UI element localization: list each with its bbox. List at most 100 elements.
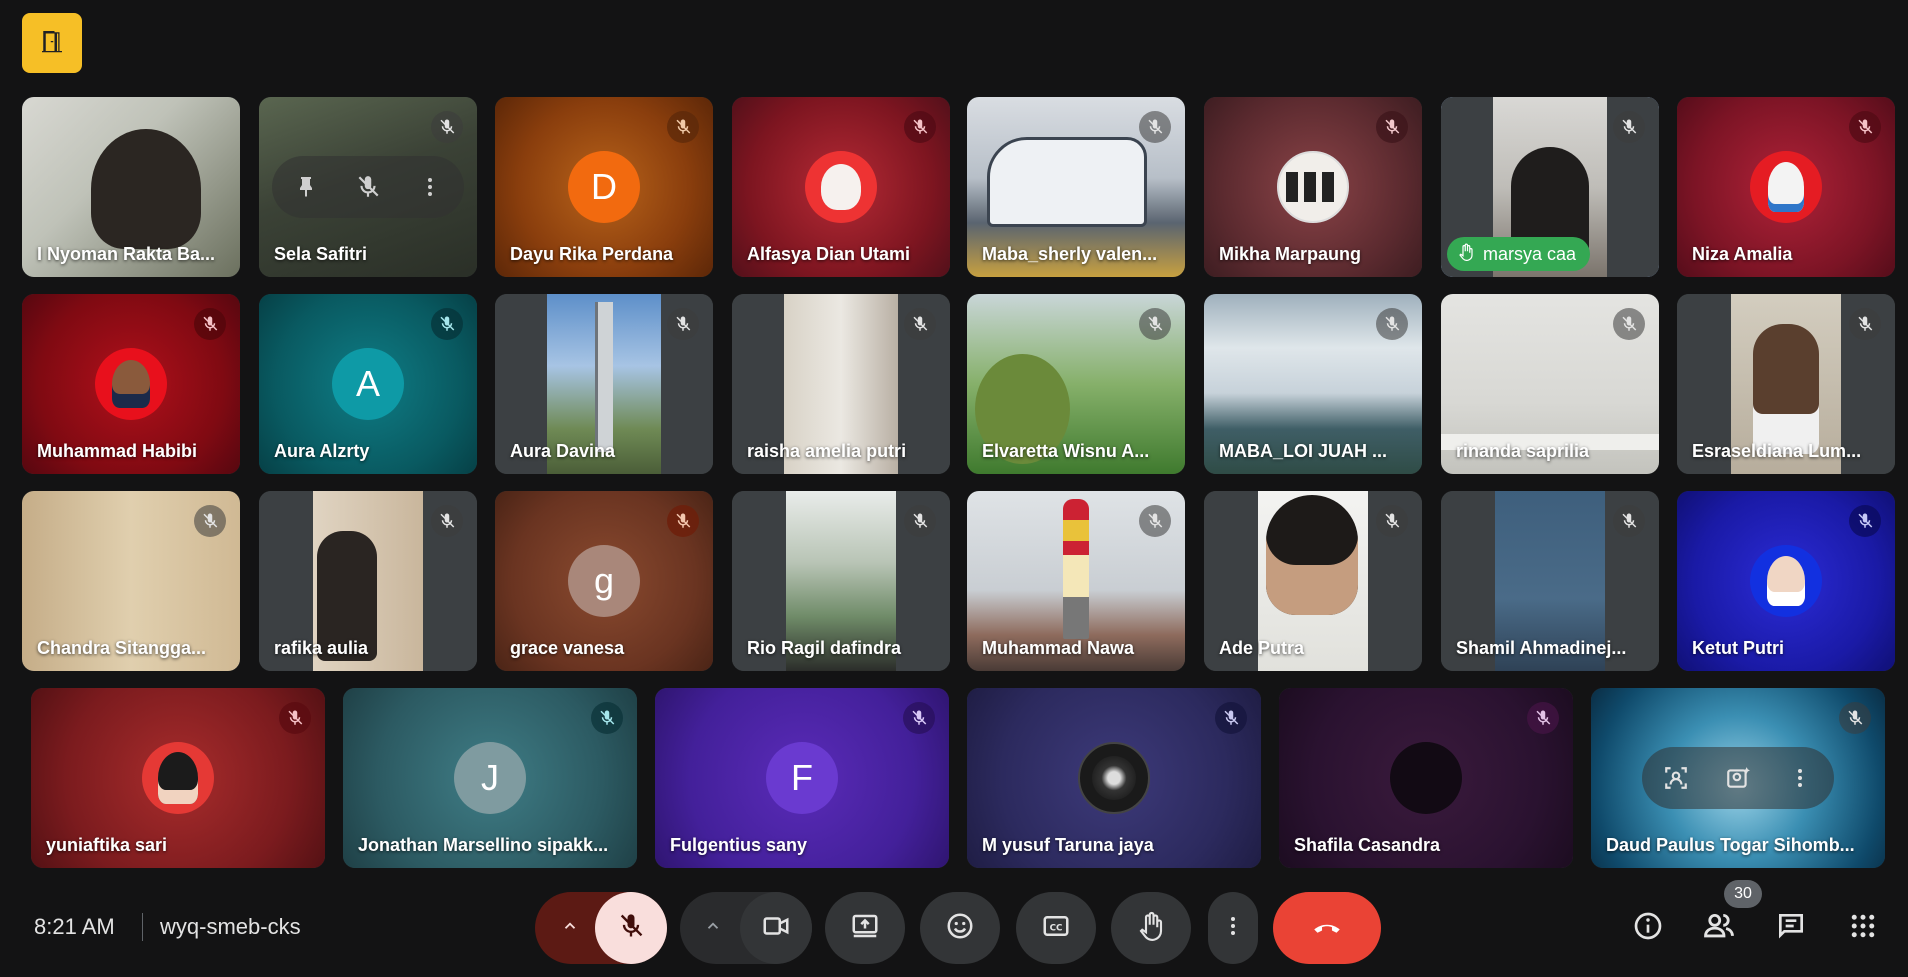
participant-tile[interactable]: Alfasya Dian Utami [732, 97, 950, 277]
participant-tile[interactable]: A Aura Alzrty [259, 294, 477, 474]
mic-off-icon [194, 505, 226, 537]
mic-off-icon [667, 111, 699, 143]
mic-off-icon [903, 702, 935, 734]
mic-off-icon [1613, 308, 1645, 340]
raised-hand-badge: marsya caa [1447, 237, 1591, 271]
participant-name: Aura Davina [510, 441, 616, 461]
meeting-time: 8:21 AM [34, 914, 115, 939]
participant-tile[interactable]: Aura Davina [495, 294, 713, 474]
mic-off-icon [1139, 308, 1171, 340]
bottom-control-bar: 8:21 AM wyq-smeb-cks CC 30 [0, 880, 1908, 977]
participant-tile[interactable]: yuniaftika sari [31, 688, 325, 868]
meeting-details-button[interactable] [1623, 903, 1673, 953]
leave-call-button[interactable] [1273, 892, 1381, 964]
participant-tile[interactable]: Esraseldiana Lum... [1677, 294, 1895, 474]
participant-avatar: D [568, 151, 640, 223]
emoji-reactions-button[interactable] [920, 892, 1000, 964]
participant-tile[interactable]: I Nyoman Rakta Ba... [22, 97, 240, 277]
participant-tile[interactable]: MABA_LOI JUAH ... [1204, 294, 1422, 474]
chevron-up-icon [561, 917, 579, 940]
participant-video [91, 129, 201, 249]
participant-tile-speaking[interactable]: marsya caa [1441, 97, 1659, 277]
activities-button[interactable] [1838, 903, 1888, 953]
apps-grid-icon [1848, 911, 1878, 946]
mic-off-icon [617, 912, 645, 945]
raise-hand-button[interactable] [1111, 892, 1191, 964]
pin-icon[interactable] [278, 159, 334, 215]
participant-tile[interactable]: Mikha Marpaung [1204, 97, 1422, 277]
participant-tile[interactable]: Daud Paulus Togar Sihomb... [1591, 688, 1885, 868]
participant-tile[interactable]: Muhammad Nawa [967, 491, 1185, 671]
participant-tile[interactable]: raisha amelia putri [732, 294, 950, 474]
captions-button[interactable]: CC [1016, 892, 1096, 964]
participant-tile[interactable]: rinanda saprilia [1441, 294, 1659, 474]
participant-name: Dayu Rika Perdana [510, 244, 674, 264]
participant-name: marsya caa [1483, 243, 1577, 264]
mic-off-icon [591, 702, 623, 734]
participant-name: I Nyoman Rakta Ba... [37, 244, 216, 264]
mic-off-icon [431, 505, 463, 537]
participant-name: Elvaretta Wisnu A... [982, 441, 1150, 461]
participant-avatar [805, 151, 877, 223]
participant-tile[interactable]: rafika aulia [259, 491, 477, 671]
participant-tile[interactable]: Shafila Casandra [1279, 688, 1573, 868]
participant-tile[interactable]: g grace vanesa [495, 491, 713, 671]
participant-name: Jonathan Marsellino sipakk... [358, 835, 609, 855]
present-screen-button[interactable] [825, 892, 905, 964]
participant-tile[interactable]: Ketut Putri [1677, 491, 1895, 671]
participant-avatar [1277, 151, 1349, 223]
participant-tile[interactable]: Chandra Sitangga... [22, 491, 240, 671]
participant-avatar: J [454, 742, 526, 814]
participant-tile[interactable]: Maba_sherly valen... [967, 97, 1185, 277]
participant-name: grace vanesa [510, 638, 625, 658]
participant-avatar [1078, 742, 1150, 814]
participant-name: Chandra Sitangga... [37, 638, 207, 658]
participant-tile[interactable]: Sela Safitri [259, 97, 477, 277]
mic-off-icon [904, 111, 936, 143]
visual-effects-icon[interactable] [1710, 750, 1766, 806]
participant-avatar: F [766, 742, 838, 814]
participant-tile[interactable]: Ade Putra [1204, 491, 1422, 671]
participant-name: Fulgentius sany [670, 835, 808, 855]
participant-name: Rio Ragil dafindra [747, 638, 902, 658]
info-icon [1632, 910, 1664, 947]
divider [142, 913, 143, 941]
camera-toggle-button[interactable] [740, 892, 812, 964]
mic-off-icon [1215, 702, 1247, 734]
mic-off-icon [1376, 308, 1408, 340]
mic-off-icon [194, 308, 226, 340]
microphone-toggle-button[interactable] [595, 892, 667, 964]
raised-hand-icon [1136, 911, 1166, 946]
more-vert-icon [1221, 914, 1245, 943]
participant-name: rinanda saprilia [1456, 441, 1590, 461]
participant-name: Alfasya Dian Utami [747, 244, 911, 264]
participant-name: Muhammad Nawa [982, 638, 1135, 658]
participant-tile[interactable]: Niza Amalia [1677, 97, 1895, 277]
more-vert-icon[interactable] [402, 159, 458, 215]
more-vert-icon[interactable] [1772, 750, 1828, 806]
people-button[interactable] [1694, 903, 1744, 953]
participant-name: Ketut Putri [1692, 638, 1784, 658]
participant-tile[interactable]: J Jonathan Marsellino sipakk... [343, 688, 637, 868]
participant-tile[interactable]: F Fulgentius sany [655, 688, 949, 868]
frame-person-icon[interactable] [1648, 750, 1704, 806]
participant-tile[interactable]: Shamil Ahmadinej... [1441, 491, 1659, 671]
chevron-up-icon [704, 917, 722, 940]
more-options-button[interactable] [1208, 892, 1258, 964]
call-end-icon [1310, 909, 1344, 948]
participant-tile[interactable]: M yusuf Taruna jaya [967, 688, 1261, 868]
participant-name: M yusuf Taruna jaya [982, 835, 1154, 855]
mic-off-icon [904, 505, 936, 537]
mic-off-icon [340, 159, 396, 215]
participant-tile[interactable]: Rio Ragil dafindra [732, 491, 950, 671]
participant-avatar [142, 742, 214, 814]
mic-off-icon [1139, 505, 1171, 537]
participant-name: Maba_sherly valen... [982, 244, 1158, 264]
participant-tile[interactable]: D Dayu Rika Perdana [495, 97, 713, 277]
participant-tile[interactable]: Elvaretta Wisnu A... [967, 294, 1185, 474]
mic-off-icon [1613, 505, 1645, 537]
participant-tile[interactable]: Muhammad Habibi [22, 294, 240, 474]
participant-avatar: A [332, 348, 404, 420]
chat-button[interactable] [1766, 903, 1816, 953]
meeting-code[interactable]: wyq-smeb-cks [160, 914, 301, 940]
